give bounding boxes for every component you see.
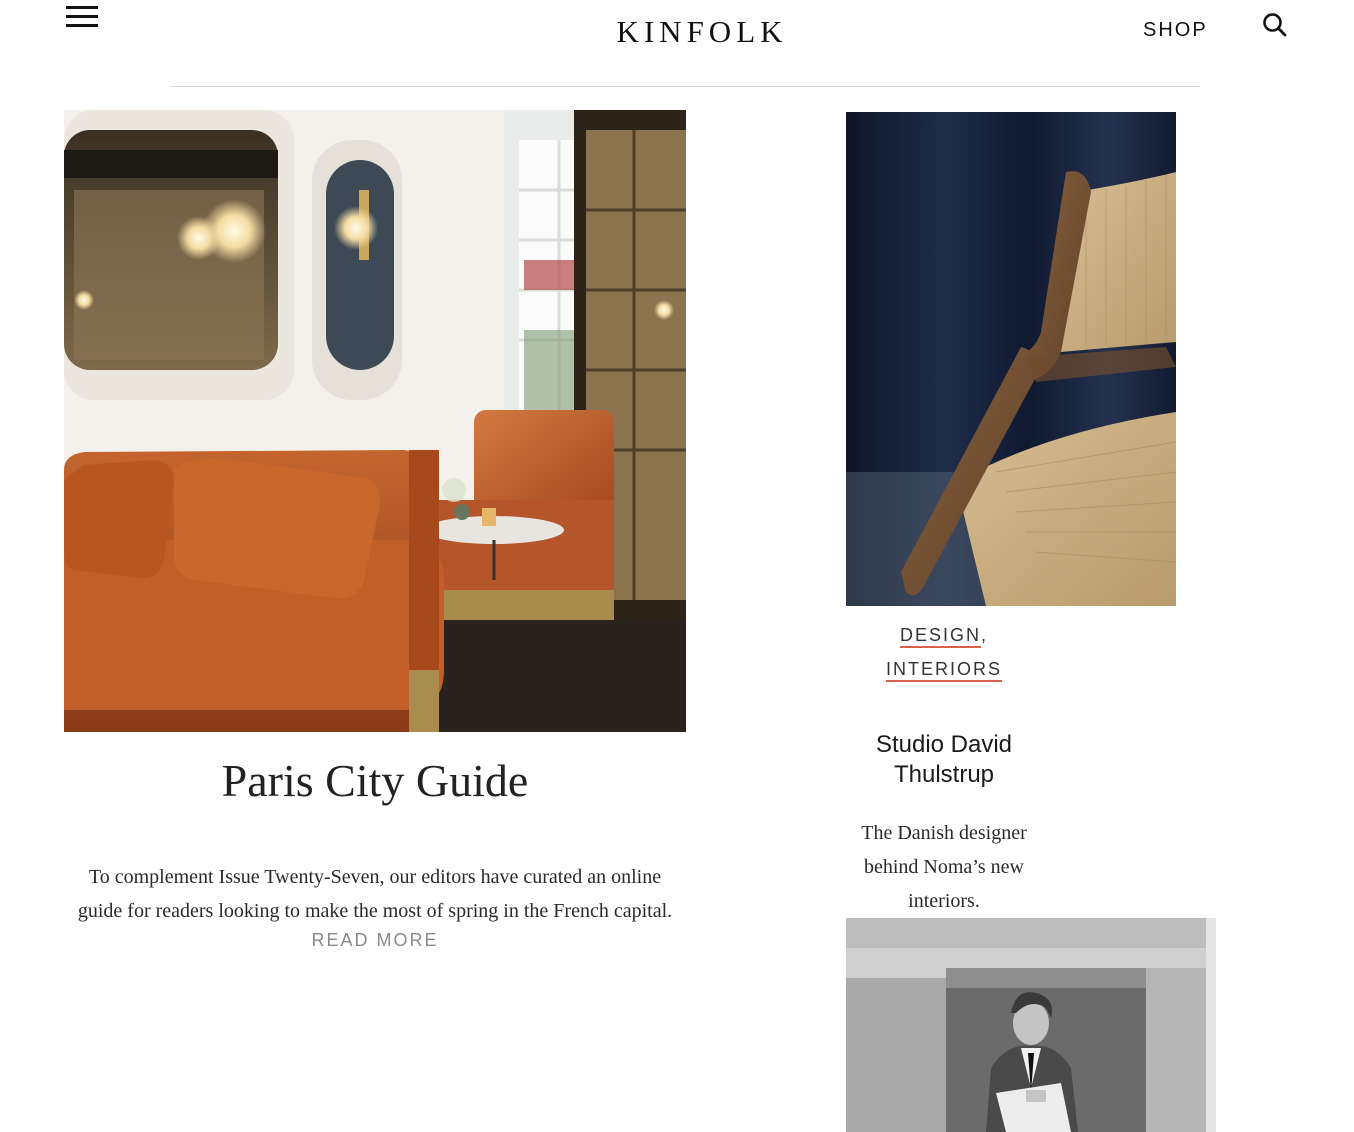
side-article-title[interactable]: Studio David Thulstrup: [846, 730, 1042, 790]
menu-bar: [66, 15, 98, 18]
read-more-link[interactable]: READ MORE: [64, 930, 686, 951]
featured-article-title[interactable]: Paris City Guide: [64, 754, 686, 807]
category-link-design[interactable]: DESIGN: [899, 625, 981, 648]
menu-bar: [66, 24, 98, 27]
side-article-image[interactable]: [846, 112, 1176, 606]
site-logo[interactable]: KINFOLK: [560, 14, 844, 50]
category-separator: ,: [981, 625, 989, 645]
category-list: DESIGN, INTERIORS: [846, 618, 1042, 686]
featured-article-image[interactable]: [64, 110, 686, 732]
featured-article-excerpt: To complement Issue Twenty-Seven, our ed…: [77, 866, 673, 922]
shop-link[interactable]: SHOP: [1143, 19, 1208, 42]
search-icon[interactable]: [1262, 12, 1288, 38]
menu-bar: [66, 6, 98, 9]
side-article-excerpt: The Danish designer behind Noma’s new in…: [861, 822, 1027, 912]
next-article-image[interactable]: [846, 918, 1216, 1132]
header-divider: [170, 86, 1200, 87]
hamburger-menu-icon[interactable]: [66, 6, 98, 27]
category-link-interiors[interactable]: INTERIORS: [885, 659, 1002, 682]
